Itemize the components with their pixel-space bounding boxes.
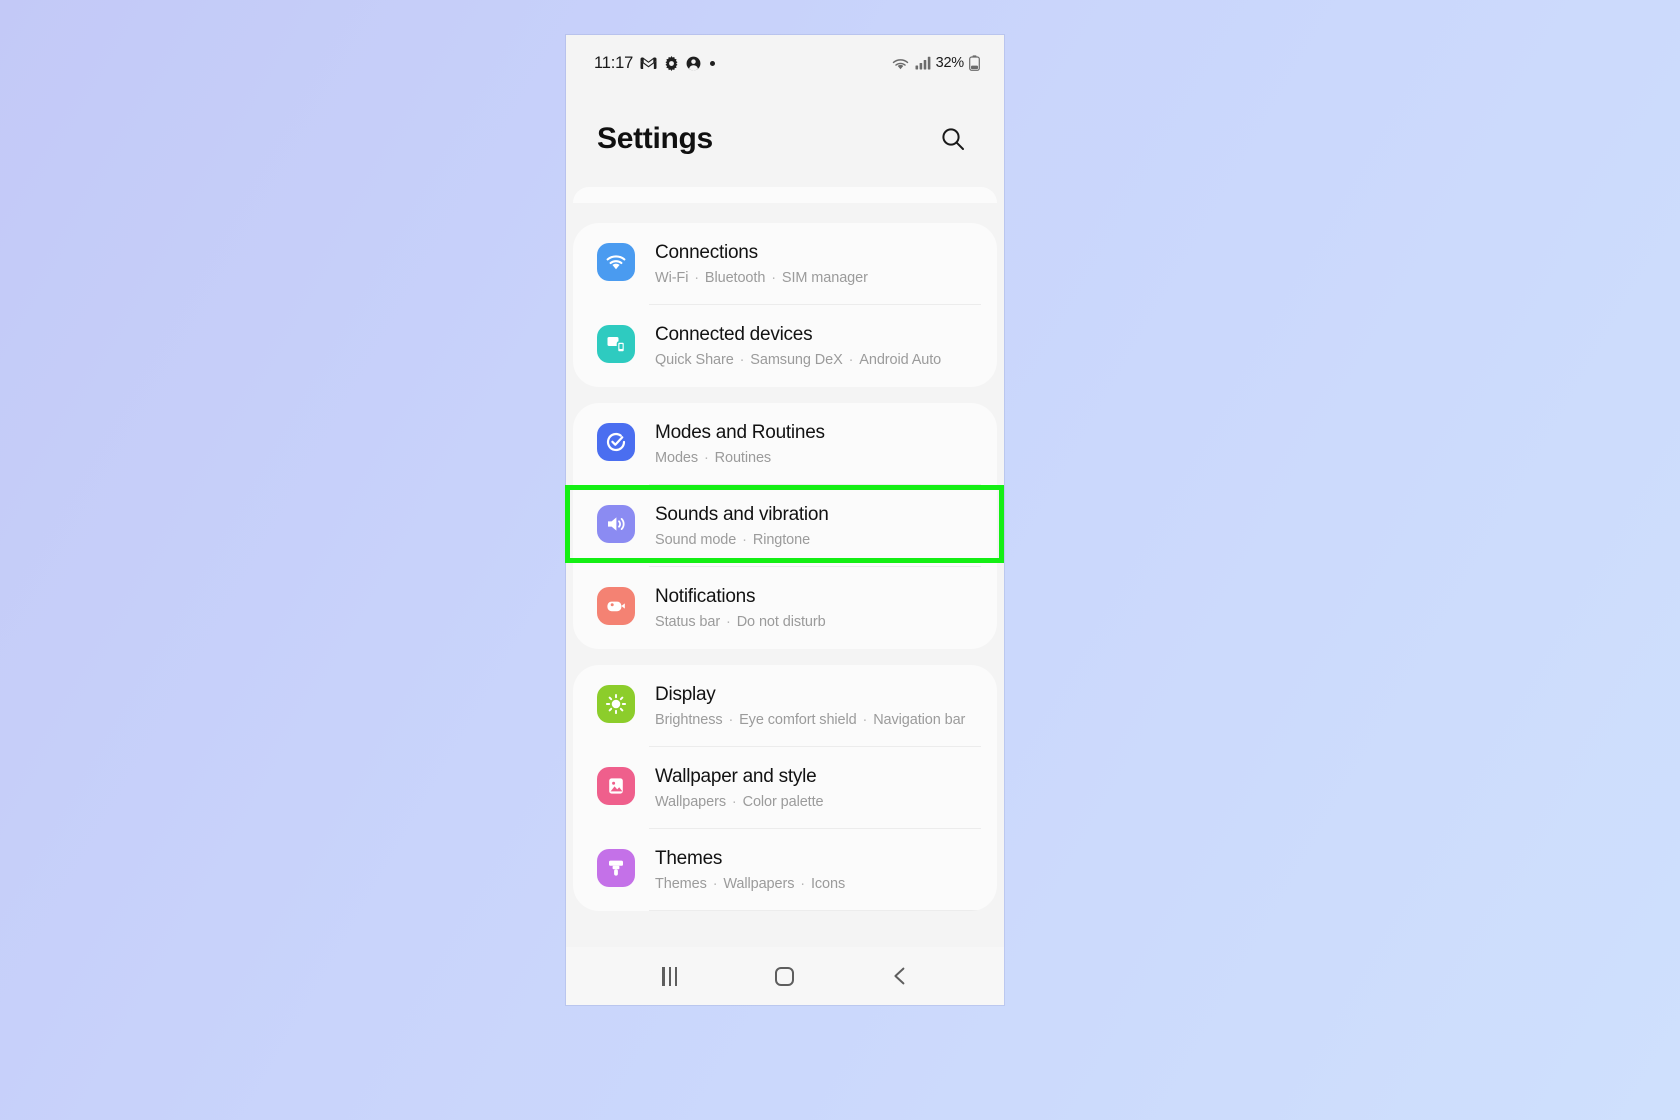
settings-row-title: Themes: [655, 848, 723, 869]
title-bar: Settings: [566, 91, 1004, 187]
page-title: Settings: [597, 122, 713, 155]
settings-row-title: Modes and Routines: [655, 422, 825, 443]
status-bar-right: 32%: [891, 55, 980, 71]
settings-row-title: Notifications: [655, 586, 756, 607]
settings-row-subtitle: Themes · Wallpapers · Icons: [655, 876, 846, 892]
subtitle-separator: ·: [796, 876, 809, 892]
settings-row-subtitle: Quick Share · Samsung DeX · Android Auto: [655, 352, 942, 368]
settings-row-connected-devices[interactable]: Connected devices Quick Share · Samsung …: [573, 305, 997, 387]
partial-card-above: [573, 187, 997, 203]
settings-group-3: Display Brightness · Eye comfort shield …: [573, 665, 997, 911]
home-button[interactable]: [758, 955, 812, 997]
subtitle-separator: ·: [844, 352, 858, 368]
subtitle-separator: ·: [735, 352, 749, 368]
subtitle-separator: ·: [722, 614, 735, 630]
settings-row-title: Connections: [655, 242, 758, 263]
subtitle-separator: ·: [690, 270, 703, 286]
themes-icon: [597, 849, 635, 887]
status-bar: 11:17 32%: [566, 35, 1004, 91]
wallpaper-icon: [597, 767, 635, 805]
settings-row-display[interactable]: Display Brightness · Eye comfort shield …: [573, 665, 997, 747]
gear-icon: [665, 55, 678, 71]
subtitle-separator: ·: [767, 270, 780, 286]
settings-row-title: Connected devices: [655, 324, 813, 345]
settings-row-sounds-and-vibration[interactable]: Sounds and vibration Sound mode · Ringto…: [573, 485, 997, 567]
settings-row-text: Notifications Status bar · Do not distur…: [655, 584, 826, 632]
settings-row-notifications[interactable]: Notifications Status bar · Do not distur…: [573, 567, 997, 649]
sound-icon: [597, 505, 635, 543]
subtitle-separator: ·: [728, 794, 741, 810]
settings-row-title: Display: [655, 684, 716, 705]
settings-row-subtitle: Wallpapers · Color palette: [655, 794, 824, 810]
battery-percent: 32%: [935, 55, 965, 71]
subtitle-separator: ·: [700, 450, 713, 466]
wifi-icon: [892, 58, 908, 69]
recents-icon: [662, 966, 677, 986]
settings-row-modes-and-routines[interactable]: Modes and Routines Modes · Routines: [573, 403, 997, 485]
status-bar-left: 11:17: [594, 53, 716, 73]
recents-button[interactable]: [643, 955, 697, 997]
settings-row-title: Sounds and vibration: [655, 504, 829, 525]
settings-row-wallpaper-and-style[interactable]: Wallpaper and style Wallpapers · Color p…: [573, 747, 997, 829]
home-icon: [775, 966, 795, 986]
battery-icon: [969, 55, 980, 71]
search-icon: [942, 128, 964, 150]
settings-row-text: Wallpaper and style Wallpapers · Color p…: [655, 764, 824, 812]
settings-row-themes[interactable]: Themes Themes · Wallpapers · Icons: [573, 829, 997, 911]
settings-row-text: Connections Wi-Fi · Bluetooth · SIM mana…: [655, 240, 868, 288]
subtitle-separator: ·: [708, 876, 722, 892]
back-icon: [894, 967, 905, 985]
settings-row-subtitle: Sound mode · Ringtone: [655, 532, 811, 548]
settings-row-title: Wallpaper and style: [655, 766, 817, 787]
settings-row-subtitle: Status bar · Do not disturb: [655, 614, 826, 630]
brightness-icon: [597, 685, 635, 723]
modes-routines-icon: [597, 423, 635, 461]
settings-row-text: Connected devices Quick Share · Samsung …: [655, 322, 941, 370]
back-button[interactable]: [873, 955, 927, 997]
settings-row-text: Sounds and vibration Sound mode · Ringto…: [655, 502, 829, 550]
settings-row-subtitle: Wi-Fi · Bluetooth · SIM manager: [655, 270, 868, 286]
account-icon: [686, 56, 701, 70]
settings-row-text: Themes Themes · Wallpapers · Icons: [655, 846, 845, 894]
dot-indicator-icon: [710, 60, 716, 66]
subtitle-separator: ·: [738, 532, 751, 548]
settings-row-subtitle: Modes · Routines: [655, 450, 772, 466]
wifi-icon: [597, 243, 635, 281]
connected-devices-icon: [597, 325, 635, 363]
gmail-icon: [640, 56, 657, 69]
row-divider: [649, 910, 981, 911]
notifications-icon: [597, 587, 635, 625]
settings-row-connections[interactable]: Connections Wi-Fi · Bluetooth · SIM mana…: [573, 223, 997, 305]
settings-row-text: Display Brightness · Eye comfort shield …: [655, 682, 965, 730]
settings-row-subtitle: Brightness · Eye comfort shield · Naviga…: [655, 712, 966, 728]
cellular-signal-icon: [915, 56, 930, 70]
android-navigation-bar: [566, 947, 1004, 1005]
phone-screen: 11:17 32% Settings Connections Wi-Fi · B…: [566, 35, 1004, 1005]
settings-group-2: Modes and Routines Modes · Routines Soun…: [573, 403, 997, 649]
settings-row-text: Modes and Routines Modes · Routines: [655, 420, 825, 468]
settings-list[interactable]: Connections Wi-Fi · Bluetooth · SIM mana…: [566, 187, 1004, 1005]
settings-group-1: Connections Wi-Fi · Bluetooth · SIM mana…: [573, 223, 997, 387]
subtitle-separator: ·: [858, 712, 872, 728]
search-button[interactable]: [932, 118, 974, 160]
subtitle-separator: ·: [724, 712, 738, 728]
status-time: 11:17: [594, 53, 634, 72]
